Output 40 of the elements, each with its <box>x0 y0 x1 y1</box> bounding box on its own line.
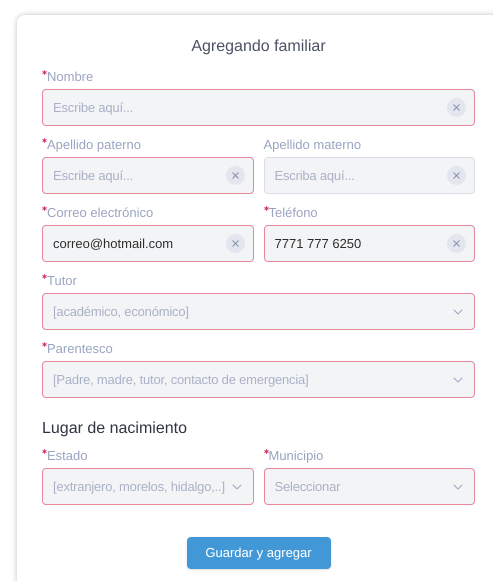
select-field[interactable]: [extranjero, morelos, hidalgo,..] <box>42 468 254 505</box>
field-label: Nombre <box>47 69 94 85</box>
field-label: Municipio <box>268 448 324 464</box>
field-value: correo@hotmail.com <box>53 234 174 253</box>
clear-button[interactable] <box>447 98 466 117</box>
select-field[interactable]: [Padre, madre, tutor, contacto de emergencia] <box>42 361 475 398</box>
field-label: Apellido materno <box>264 137 362 153</box>
input-field[interactable]: Escribe aquí... <box>42 89 475 126</box>
field-placeholder: Escribe aquí... <box>53 98 134 117</box>
close-icon <box>230 238 240 249</box>
clear-button[interactable] <box>447 166 466 185</box>
field-placeholder: [Padre, madre, tutor, contacto de emergencia] <box>53 370 310 389</box>
select-field[interactable]: [académico, económico] <box>42 293 475 330</box>
field-placeholder: Escriba aquí... <box>274 166 356 185</box>
field-label: Teléfono <box>268 205 318 221</box>
input-field[interactable]: correo@hotmail.com <box>42 225 254 262</box>
close-icon <box>451 102 462 113</box>
input-field[interactable]: Escriba aquí... <box>264 157 475 194</box>
form-title: Agregando familiar <box>190 37 327 57</box>
field-placeholder: Seleccionar <box>274 478 342 496</box>
clear-button[interactable] <box>226 234 244 253</box>
select-field[interactable]: Seleccionar <box>264 468 475 505</box>
close-icon <box>451 170 462 181</box>
field-label: Estado <box>47 448 88 464</box>
close-icon <box>451 238 462 249</box>
field-label: Correo electrónico <box>47 205 154 221</box>
field-label: Apellido paterno <box>47 137 141 153</box>
input-field[interactable]: 7771 777 6250 <box>264 225 475 262</box>
field-placeholder: Escribe aquí... <box>53 166 134 185</box>
clear-button[interactable] <box>447 234 466 253</box>
section-heading: Lugar de nacimiento <box>42 419 188 439</box>
save-button[interactable]: Guardar y agregar <box>186 537 330 569</box>
close-icon <box>230 170 240 181</box>
field-placeholder: [extranjero, morelos, hidalgo,..] <box>53 478 224 496</box>
field-label: Parentesco <box>47 341 113 357</box>
field-label: Tutor <box>47 273 77 289</box>
clear-button[interactable] <box>226 166 244 185</box>
field-placeholder: [académico, económico] <box>53 302 190 321</box>
field-value: 7771 777 6250 <box>274 234 362 253</box>
input-field[interactable]: Escribe aquí... <box>42 157 254 194</box>
